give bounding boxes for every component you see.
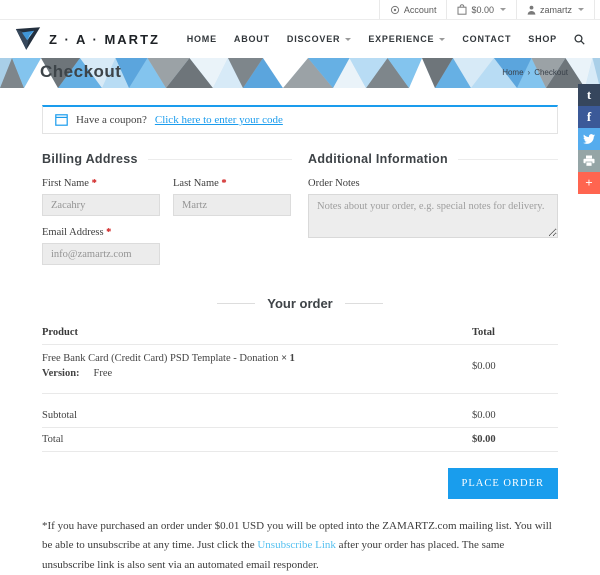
- order-notes-label: Order Notes: [308, 178, 558, 189]
- additional-information-section: Additional Information Order Notes: [308, 152, 558, 276]
- nav-item-experience[interactable]: EXPERIENCE: [368, 34, 445, 44]
- page-title: Checkout: [40, 62, 121, 82]
- total-label: Total: [42, 434, 472, 445]
- social-share-rail: t f +: [578, 84, 600, 194]
- share-tumblr-button[interactable]: t: [578, 84, 600, 106]
- breadcrumb-home-link[interactable]: Home: [502, 68, 523, 77]
- subtotal-value: $0.00: [472, 410, 558, 421]
- order-item-row: Free Bank Card (Credit Card) PSD Templat…: [42, 345, 558, 394]
- order-notes-field-group: Order Notes: [308, 178, 558, 243]
- order-item-total: $0.00: [472, 353, 558, 379]
- mailing-list-disclaimer: *If you have purchased an order under $0…: [42, 517, 558, 575]
- cart-bag-icon: [457, 4, 467, 15]
- nav-item-contact[interactable]: CONTACT: [462, 34, 511, 44]
- account-icon: [390, 5, 400, 15]
- last-name-label: Last Name *: [173, 178, 291, 189]
- your-order-heading: Your order: [267, 296, 333, 311]
- breadcrumb-separator: ›: [528, 68, 531, 77]
- nav-item-shop[interactable]: SHOP: [528, 34, 557, 44]
- billing-heading: Billing Address: [42, 152, 138, 166]
- required-asterisk: *: [92, 178, 97, 189]
- email-label: Email Address *: [42, 227, 292, 238]
- additional-info-heading: Additional Information: [308, 152, 448, 166]
- breadcrumb: Home › Checkout: [502, 68, 568, 77]
- chevron-down-icon: [578, 8, 584, 11]
- breadcrumb-current: Checkout: [534, 68, 568, 77]
- share-more-button[interactable]: +: [578, 172, 600, 194]
- order-item-qty: × 1: [281, 353, 295, 364]
- chevron-down-icon: [345, 38, 351, 41]
- chevron-down-icon: [439, 38, 445, 41]
- checkout-page-content: Have a coupon? Click here to enter your …: [0, 88, 600, 575]
- order-total-row: Total $0.00: [42, 428, 558, 452]
- order-notes-textarea[interactable]: [308, 194, 558, 238]
- subtotal-label: Subtotal: [42, 410, 472, 421]
- facebook-icon: f: [587, 109, 591, 125]
- last-name-input[interactable]: [173, 194, 291, 216]
- email-input[interactable]: [42, 243, 160, 265]
- nav-item-home[interactable]: HOME: [187, 34, 217, 44]
- heading-rule: [148, 159, 292, 160]
- tumblr-icon: t: [587, 87, 591, 103]
- cart-total: $0.00: [471, 5, 494, 15]
- coupon-banner: Have a coupon? Click here to enter your …: [42, 105, 558, 134]
- order-subtotal-row: Subtotal $0.00: [42, 404, 558, 428]
- email-field-group: Email Address *: [42, 227, 292, 265]
- printer-icon: [583, 155, 595, 167]
- required-asterisk: *: [221, 178, 226, 189]
- print-button[interactable]: [578, 150, 600, 172]
- site-logo[interactable]: Z · A · MARTZ: [15, 27, 160, 51]
- top-utility-bar: Account $0.00 zamartz: [0, 0, 600, 20]
- heading-rule: [458, 159, 558, 160]
- product-column-header: Product: [42, 327, 472, 338]
- total-value: $0.00: [472, 434, 558, 445]
- order-item-variation: Version:Free: [42, 368, 472, 379]
- page-title-banner: Checkout Home › Checkout: [0, 58, 600, 88]
- account-menu-item[interactable]: Account: [379, 0, 447, 19]
- share-twitter-button[interactable]: [578, 128, 600, 150]
- unsubscribe-link[interactable]: Unsubscribe Link: [257, 539, 336, 551]
- search-button[interactable]: [574, 34, 585, 45]
- user-menu-item[interactable]: zamartz: [516, 0, 595, 19]
- cart-menu-item[interactable]: $0.00: [446, 0, 516, 19]
- twitter-bird-icon: [583, 133, 595, 145]
- coupon-icon: [55, 114, 68, 126]
- search-icon: [574, 34, 585, 45]
- account-label: Account: [404, 5, 437, 15]
- zamartz-logo-icon: [15, 27, 41, 51]
- billing-address-section: Billing Address First Name * Last Name *…: [42, 152, 292, 276]
- nav-item-discover[interactable]: DISCOVER: [287, 34, 351, 44]
- username: zamartz: [540, 5, 572, 15]
- last-name-field-group: Last Name *: [173, 178, 291, 216]
- plus-icon: +: [585, 175, 592, 191]
- coupon-question: Have a coupon?: [76, 114, 147, 126]
- total-column-header: Total: [472, 327, 558, 338]
- first-name-label: First Name *: [42, 178, 160, 189]
- order-review-table: Product Total Free Bank Card (Credit Car…: [42, 321, 558, 452]
- place-order-button[interactable]: PLACE ORDER: [448, 468, 558, 499]
- user-icon: [527, 5, 536, 15]
- logo-text: Z · A · MARTZ: [49, 32, 160, 47]
- heading-dash: [345, 303, 383, 304]
- required-asterisk: *: [106, 227, 111, 238]
- site-header: Z · A · MARTZ HOME ABOUT DISCOVER EXPERI…: [0, 20, 600, 58]
- your-order-heading-row: Your order: [42, 296, 558, 311]
- nav-item-about[interactable]: ABOUT: [234, 34, 270, 44]
- share-facebook-button[interactable]: f: [578, 106, 600, 128]
- order-table-header: Product Total: [42, 321, 558, 345]
- first-name-input[interactable]: [42, 194, 160, 216]
- main-nav: HOME ABOUT DISCOVER EXPERIENCE CONTACT S…: [187, 34, 585, 45]
- order-item-name: Free Bank Card (Credit Card) PSD Templat…: [42, 353, 472, 364]
- coupon-toggle-link[interactable]: Click here to enter your code: [155, 114, 283, 126]
- heading-dash: [217, 303, 255, 304]
- chevron-down-icon: [500, 8, 506, 11]
- first-name-field-group: First Name *: [42, 178, 160, 216]
